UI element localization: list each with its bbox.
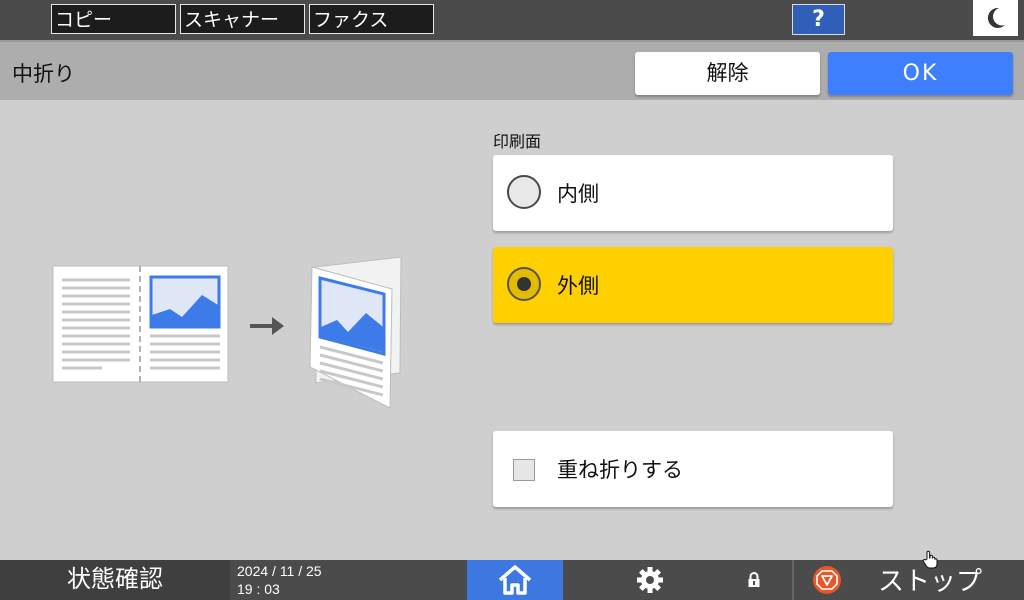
help-button[interactable]: ? xyxy=(792,4,845,35)
option-inside[interactable]: 内側 xyxy=(493,155,893,231)
settings-button[interactable] xyxy=(630,560,670,600)
lock-icon xyxy=(744,570,764,590)
fold-over-option[interactable]: 重ね折りする xyxy=(493,431,893,507)
arrow-right-icon xyxy=(250,317,284,335)
gear-icon xyxy=(637,567,663,593)
divider xyxy=(792,560,794,600)
date-text: 2024 / 11 / 25 xyxy=(237,563,322,579)
radio-selected-dot xyxy=(517,277,531,291)
fold-illustration xyxy=(50,255,410,419)
home-button[interactable] xyxy=(467,560,563,600)
datetime: 2024 / 11 / 25 19 : 03 xyxy=(237,562,322,598)
fold-over-checkbox[interactable] xyxy=(513,459,535,481)
hand-cursor-icon xyxy=(922,550,938,569)
radio-outside[interactable] xyxy=(507,267,541,301)
cancel-button[interactable]: 解除 xyxy=(635,52,820,95)
print-side-label: 印刷面 xyxy=(493,132,542,151)
title-bar: 中折り 解除 OK xyxy=(0,40,1024,100)
bottom-bar: 状態確認 2024 / 11 / 25 19 : 03 ストップ xyxy=(0,560,1024,600)
ok-button[interactable]: OK xyxy=(828,52,1013,95)
option-outside-label: 外側 xyxy=(557,274,599,298)
time-text: 19 : 03 xyxy=(237,581,280,597)
sleep-button[interactable] xyxy=(973,0,1018,36)
status-check-button[interactable]: 状態確認 xyxy=(0,560,230,600)
option-outside[interactable]: 外側 xyxy=(493,247,893,323)
radio-inside[interactable] xyxy=(507,175,541,209)
top-bar: コピー スキャナー ファクス ? xyxy=(0,0,1024,40)
moon-icon xyxy=(987,7,1005,28)
home-icon xyxy=(498,565,532,595)
fold-over-label: 重ね折りする xyxy=(557,458,683,482)
tab-scanner[interactable]: スキャナー xyxy=(180,4,305,34)
page-title: 中折り xyxy=(12,62,75,86)
stop-icon xyxy=(813,566,841,594)
option-inside-label: 内側 xyxy=(557,182,599,206)
tab-fax[interactable]: ファクス xyxy=(309,4,434,34)
tab-copy[interactable]: コピー xyxy=(51,4,176,34)
stop-button[interactable]: ストップ xyxy=(800,560,1024,600)
